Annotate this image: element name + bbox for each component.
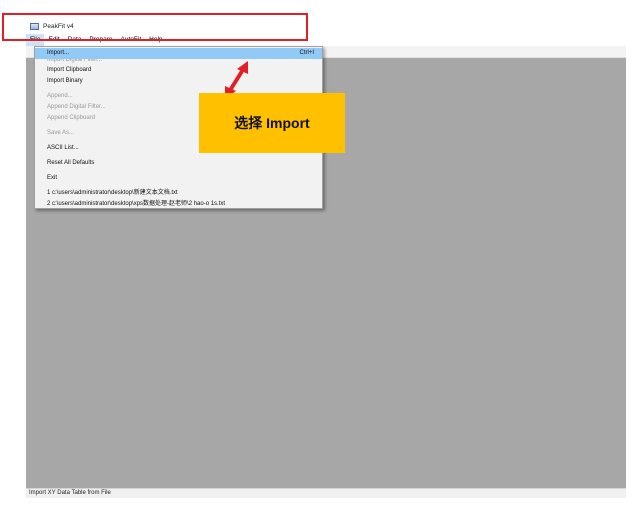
- menu-item-import-clipboard[interactable]: Import Clipboard: [35, 65, 322, 76]
- menu-item-import-label: Import...: [47, 50, 70, 56]
- app-icon: [30, 22, 39, 30]
- menu-item-import-binary[interactable]: Import Binary: [35, 76, 322, 87]
- menu-data[interactable]: Data: [64, 34, 86, 46]
- menu-help[interactable]: Help: [145, 34, 166, 46]
- menu-edit[interactable]: Edit: [44, 34, 63, 46]
- title-bar: PeakFit v4: [26, 18, 626, 34]
- menu-autofit[interactable]: AutoFit: [117, 34, 146, 46]
- menu-item-exit[interactable]: Exit: [35, 173, 322, 184]
- menu-file[interactable]: File: [26, 34, 45, 46]
- menu-prepare[interactable]: Prepare: [85, 34, 116, 46]
- status-bar: Import XY Data Table from File: [26, 488, 626, 498]
- menu-item-import-shortcut: Ctrl+I: [299, 50, 314, 56]
- callout-label: 选择 Import: [199, 93, 345, 153]
- window-title: PeakFit v4: [43, 22, 74, 30]
- menu-item-recent-1[interactable]: 1 c:\users\administrator\desktop\新建文本文档.…: [35, 188, 322, 199]
- menu-bar: File Edit Data Prepare AutoFit Help: [26, 34, 626, 46]
- menu-item-reset-all-defaults[interactable]: Reset All Defaults: [35, 158, 322, 169]
- app-window: PeakFit v4 File Edit Data Prepare AutoFi…: [26, 18, 626, 498]
- menu-item-recent-2[interactable]: 2 c:\users\administrator\desktop\xps数据处理…: [35, 199, 322, 210]
- menu-item-import[interactable]: Import... Ctrl+I: [35, 48, 322, 59]
